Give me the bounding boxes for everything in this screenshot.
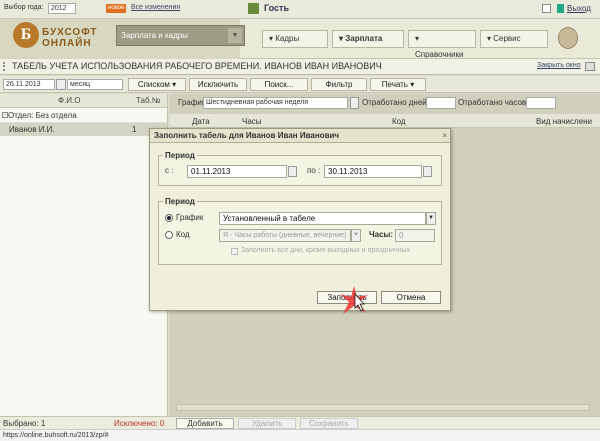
new-badge: новое bbox=[106, 4, 127, 13]
menu-zarplata[interactable]: ▾ Зарплата bbox=[332, 30, 404, 48]
calendar-icon[interactable] bbox=[423, 166, 432, 177]
all-changes-link[interactable]: Все изменения bbox=[131, 4, 180, 11]
timesheet-header: Дата Часы Код Вид начислени bbox=[170, 114, 600, 128]
fill-timesheet-dialog: Заполнить табель для Иванов Иван Иванови… bbox=[149, 128, 451, 311]
from-date-input[interactable]: 01.11.2013 bbox=[187, 165, 287, 178]
to-date-input[interactable]: 30.11.2013 bbox=[324, 165, 422, 178]
module-select[interactable]: Зарплата и кадры ▼ bbox=[116, 25, 245, 46]
year-label: Выбор года: bbox=[4, 4, 44, 11]
status-bar: Выбрано: 1 Исключено: 0 Добавить Удалить… bbox=[0, 416, 600, 429]
user-link[interactable]: Гость bbox=[264, 3, 289, 13]
code-select[interactable]: Я - Часы работы (дневные, вечерние) bbox=[219, 229, 351, 242]
group-row[interactable]: - Отдел: Без отдела bbox=[0, 108, 167, 123]
search-button[interactable]: Поиск... bbox=[250, 78, 308, 91]
brand-line2: ОНЛАЙН bbox=[42, 38, 92, 49]
home-icon[interactable] bbox=[248, 3, 259, 14]
period-group-mode: Период График Установленный в табеле ▼ К… bbox=[158, 197, 442, 265]
period-group-dates: Период с : 01.11.2013 по : 30.11.2013 bbox=[158, 151, 442, 186]
radio-schedule[interactable] bbox=[165, 214, 173, 222]
page-title-bar: ТАБЕЛЬ УЧЕТА ИСПОЛЬЗОВАНИЯ РАБОЧЕГО ВРЕМ… bbox=[0, 59, 600, 75]
employee-list-header: Ф.И.О Таб.№ bbox=[0, 94, 167, 108]
menu-spravochniki[interactable]: ▾ Справочники bbox=[408, 30, 476, 59]
module-label: Зарплата и кадры bbox=[121, 31, 188, 40]
period-select[interactable]: месяц bbox=[67, 79, 123, 90]
employee-list-pane: Ф.И.О Таб.№ - Отдел: Без отдела Иванов И… bbox=[0, 94, 168, 416]
period-legend-1: Период bbox=[163, 151, 197, 160]
print-button[interactable]: Печать ▾ bbox=[370, 78, 426, 91]
col-hours[interactable]: Часы bbox=[242, 117, 262, 126]
employee-name: Иванов И.И. bbox=[9, 125, 55, 134]
chevron-down-icon[interactable] bbox=[350, 97, 359, 109]
chevron-down-icon: ▼ bbox=[228, 28, 242, 43]
hours-label: Часы: bbox=[369, 230, 394, 239]
excluded-count: Исключено: 0 bbox=[114, 419, 165, 428]
collapse-icon[interactable]: - bbox=[2, 112, 8, 118]
weekdays-checkbox[interactable] bbox=[231, 248, 238, 255]
cancel-button[interactable]: Отмена bbox=[381, 291, 441, 304]
exit-icon bbox=[557, 4, 564, 13]
worked-days-input[interactable] bbox=[426, 97, 456, 109]
col-date[interactable]: Дата bbox=[192, 117, 210, 126]
table-row[interactable]: Иванов И.И. 1 bbox=[0, 123, 167, 136]
employee-tab: 1 bbox=[132, 125, 137, 134]
close-icon[interactable]: × bbox=[442, 129, 447, 143]
selected-count: Выбрано: 1 bbox=[3, 419, 46, 428]
close-window-link[interactable]: Закрыть окно bbox=[537, 62, 581, 69]
code-option-label[interactable]: Код bbox=[176, 230, 190, 239]
year-select[interactable]: 2012 bbox=[48, 3, 76, 14]
delete-button[interactable]: Удалить bbox=[238, 418, 296, 429]
page-title: ТАБЕЛЬ УЧЕТА ИСПОЛЬЗОВАНИЯ РАБОЧЕГО ВРЕМ… bbox=[12, 61, 382, 71]
worked-hours-input[interactable] bbox=[526, 97, 556, 109]
worked-days-label: Отработано дней: bbox=[362, 98, 429, 107]
add-button[interactable]: Добавить bbox=[176, 418, 234, 429]
radio-code[interactable] bbox=[165, 231, 173, 239]
schedule-select[interactable]: Шестидневная рабочая неделя bbox=[203, 97, 348, 109]
status-url: https://online.buhsoft.ru/2013/zp/# bbox=[0, 429, 600, 441]
exit-link[interactable]: Выход bbox=[567, 4, 591, 13]
hours-input[interactable]: 0 bbox=[395, 229, 435, 242]
top-bar: Выбор года: 2012 новое Все изменения Гос… bbox=[0, 0, 600, 19]
col-code[interactable]: Код bbox=[392, 117, 406, 126]
col-fio[interactable]: Ф.И.О bbox=[58, 94, 81, 108]
from-label: с : bbox=[165, 166, 174, 175]
schedule-select[interactable]: Установленный в табеле bbox=[219, 212, 426, 225]
schedule-option-label[interactable]: График bbox=[176, 213, 203, 222]
chevron-down-icon[interactable]: ▼ bbox=[351, 229, 361, 242]
calendar-icon[interactable] bbox=[56, 79, 66, 90]
dialog-title: Заполнить табель для Иванов Иван Иванови… bbox=[154, 131, 340, 140]
col-accrual[interactable]: Вид начислени bbox=[536, 117, 592, 126]
col-tab[interactable]: Таб.№ bbox=[136, 94, 160, 108]
calendar-icon[interactable] bbox=[288, 166, 297, 177]
chevron-down-icon[interactable]: ▼ bbox=[426, 212, 436, 225]
list-button[interactable]: Списком ▾ bbox=[128, 78, 186, 91]
window-icon[interactable] bbox=[585, 62, 595, 71]
horizontal-scrollbar[interactable] bbox=[176, 404, 590, 411]
dialog-title-bar[interactable]: Заполнить табель для Иванов Иван Иванови… bbox=[150, 129, 450, 143]
avatar-icon[interactable] bbox=[558, 27, 578, 49]
filter-button[interactable]: Фильтр bbox=[311, 78, 367, 91]
period-legend-2: Период bbox=[163, 197, 197, 206]
drag-handle-icon bbox=[3, 62, 9, 71]
mail-icon[interactable] bbox=[542, 4, 551, 13]
date-input[interactable]: 26.11.2013 bbox=[3, 79, 55, 90]
click-marker-icon bbox=[340, 286, 368, 314]
menu-servis[interactable]: ▾ Сервис bbox=[480, 30, 548, 48]
menu-kadry[interactable]: ▾ Кадры bbox=[262, 30, 328, 48]
worked-hours-label: Отработано часов: bbox=[458, 98, 529, 107]
logo-icon[interactable]: Б bbox=[13, 22, 39, 48]
weekdays-checkbox-label: Заполнять все дни, кроме выходных и праз… bbox=[241, 247, 411, 254]
to-label: по : bbox=[307, 166, 321, 175]
save-button[interactable]: Сохранить bbox=[300, 418, 358, 429]
brand-line1: БУХСОФТ bbox=[42, 27, 98, 38]
exclude-button[interactable]: Исключить bbox=[189, 78, 247, 91]
